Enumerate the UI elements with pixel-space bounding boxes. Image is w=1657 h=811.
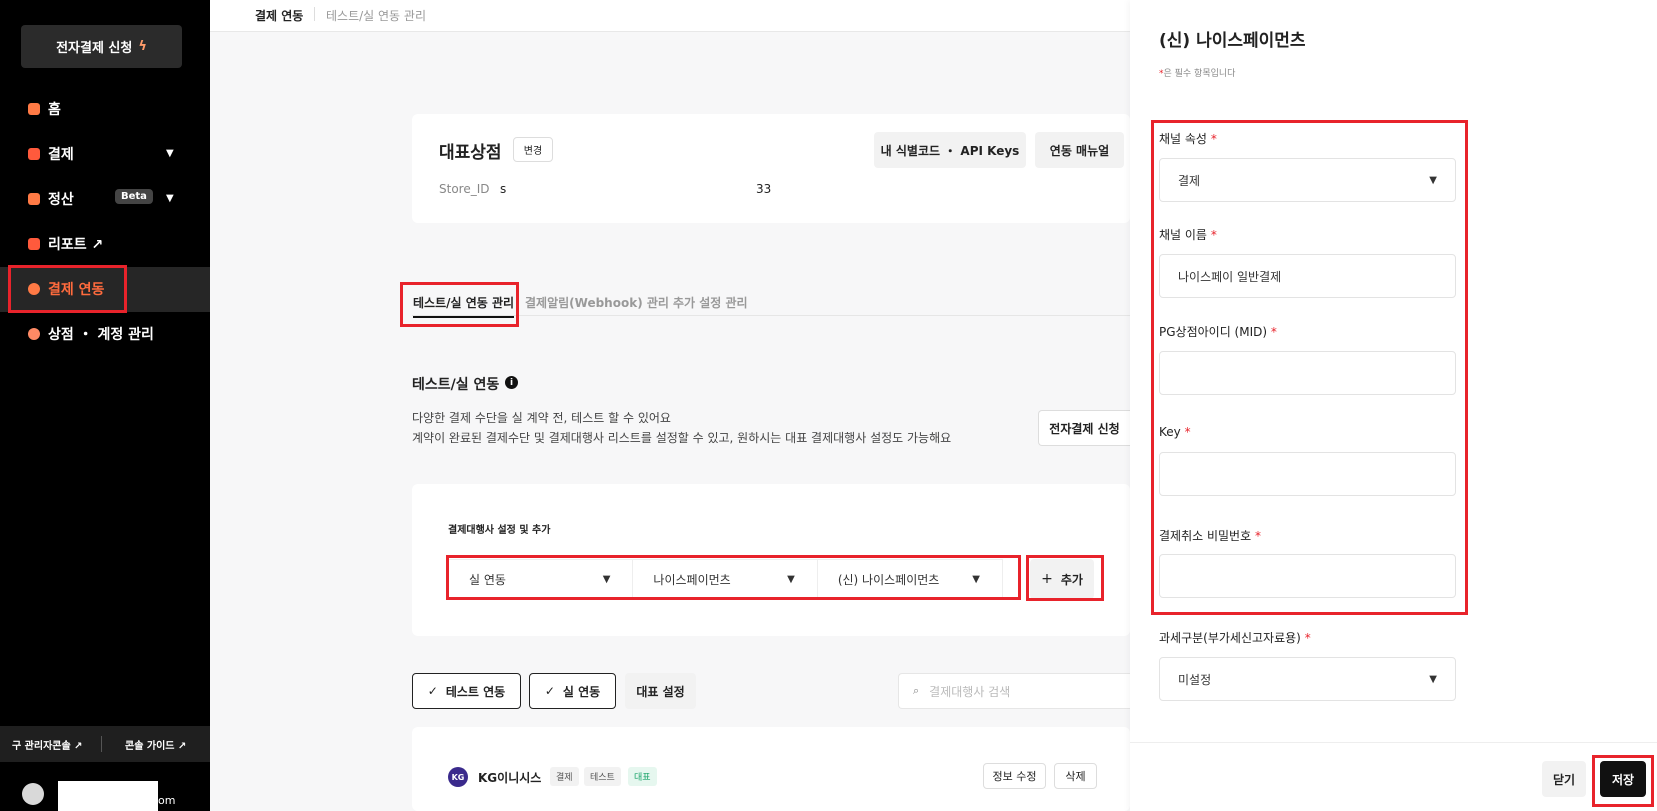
sidebar-item-label: 결제: [48, 147, 74, 163]
breadcrumb: 결제 연동 테스트/실 연동 관리: [210, 0, 1130, 32]
document-icon: [28, 193, 40, 205]
tab-webhook[interactable]: 결제알림(Webhook) 관리: [525, 294, 669, 311]
tag-payment: 결제: [550, 767, 579, 786]
pg-search-input[interactable]: ⌕ 결제대행사 검색: [898, 673, 1130, 709]
filter-test-toggle[interactable]: ✓ 테스트 연동: [412, 673, 521, 709]
sidebar-item-label: 상점 ・ 계정 관리: [48, 327, 154, 343]
home-icon: [28, 103, 40, 115]
sidebar-item-payment[interactable]: 결제: [28, 139, 178, 169]
apply-label: 전자결제 신청: [56, 41, 133, 56]
breadcrumb-current[interactable]: 결제 연동: [255, 7, 303, 24]
section-desc-1: 다양한 결제 수단을 실 계약 전, 테스트 할 수 있어요: [412, 411, 671, 425]
pg-row: KG KG이니시스 결제 테스트 대표 정보 수정 삭제: [412, 727, 1130, 811]
annotation-box: [1151, 120, 1468, 615]
edit-pg-button[interactable]: 정보 수정: [983, 763, 1046, 789]
api-keys-button[interactable]: 내 식별코드 ・ API Keys: [874, 132, 1026, 168]
close-button[interactable]: 닫기: [1542, 761, 1586, 797]
sidebar-item-home[interactable]: 홈: [28, 94, 61, 124]
pg-logo: KG: [448, 767, 468, 787]
filter-label: 실 연동: [562, 684, 601, 699]
chevron-down-icon[interactable]: ▼: [166, 148, 174, 159]
annotation-box: [1592, 755, 1654, 807]
tag-test: 테스트: [584, 767, 621, 786]
annotation-box: [446, 555, 1021, 600]
avatar[interactable]: [22, 783, 44, 805]
filter-label: 테스트 연동: [445, 684, 506, 699]
chevron-down-icon: ▼: [1429, 673, 1437, 685]
select-value: 미설정: [1178, 672, 1212, 687]
delete-pg-button[interactable]: 삭제: [1054, 763, 1097, 789]
redacted-user-info: [58, 781, 158, 811]
store-id-tail: 33: [756, 182, 772, 196]
sidebar-item-label: 홈: [48, 102, 61, 118]
required-note: *은 필수 항목입니다: [1159, 69, 1236, 79]
store-icon: [28, 328, 40, 340]
beta-badge: Beta: [115, 189, 153, 204]
user-email-suffix: om: [158, 794, 176, 807]
sidebar-item-settlement[interactable]: 정산: [28, 184, 74, 214]
change-store-button[interactable]: 변경: [513, 137, 553, 162]
section-desc-2: 계약이 완료된 결제수단 및 결제대행사 리스트를 설정할 수 있고, 원하시는…: [412, 431, 952, 445]
info-icon[interactable]: i: [505, 376, 518, 389]
sidebar-item-store-account[interactable]: 상점 ・ 계정 관리: [28, 319, 154, 349]
console-guide-link[interactable]: 콘솔 가이드 ↗: [125, 737, 186, 752]
drawer-footer-divider: [1130, 742, 1657, 743]
annotation-box: [8, 265, 127, 313]
store-title: 대표상점: [439, 143, 502, 163]
breadcrumb-sub[interactable]: 테스트/실 연동 관리: [326, 7, 426, 24]
divider: [101, 736, 102, 752]
apply-payment-button-2[interactable]: 전자결제 신청: [1038, 410, 1130, 446]
tab-additional-settings[interactable]: 추가 설정 관리: [673, 294, 748, 311]
layers-icon: [28, 148, 40, 160]
check-icon: ✓: [544, 684, 555, 698]
store-id-value: s: [500, 182, 507, 196]
divider: [314, 7, 315, 21]
section-title: 테스트/실 연동: [412, 377, 500, 393]
annotation-box: [400, 282, 519, 327]
search-placeholder: 결제대행사 검색: [929, 684, 1011, 699]
filter-live-toggle[interactable]: ✓ 실 연동: [529, 673, 616, 709]
check-icon: ✓: [427, 684, 438, 698]
tax-type-label: 과세구분(부가세신고자료용) *: [1159, 631, 1311, 645]
apply-payment-button[interactable]: 전자결제 신청 ϟ: [21, 25, 182, 68]
chart-icon: [28, 238, 40, 250]
search-icon: ⌕: [913, 684, 920, 697]
tab-divider: [412, 315, 1130, 316]
tax-type-select[interactable]: 미설정 ▼: [1159, 657, 1456, 701]
tag-default: 대표: [628, 767, 657, 786]
drawer-title: (신) 나이스페이먼츠: [1159, 31, 1306, 51]
chevron-down-icon[interactable]: ▼: [166, 193, 174, 204]
filter-default-button[interactable]: 대표 설정: [625, 673, 696, 709]
annotation-box: [1026, 555, 1104, 601]
sidebar-item-report[interactable]: 리포트 ↗: [28, 229, 103, 259]
store-card: 대표상점 변경 Store_ID s 33 내 식별코드 ・ API Keys …: [412, 114, 1130, 223]
sidebar-item-label: 리포트 ↗: [48, 237, 104, 253]
old-console-link[interactable]: 구 관리자콘솔 ↗: [12, 737, 83, 752]
sidebar-item-label: 정산: [48, 192, 74, 208]
integration-manual-button[interactable]: 연동 매뉴얼: [1035, 132, 1124, 168]
pg-setting-label: 결제대행사 설정 및 추가: [448, 525, 551, 536]
pg-name: KG이니시스: [478, 771, 542, 785]
store-id-label: Store_ID: [439, 182, 490, 196]
lightning-icon: ϟ: [138, 39, 147, 54]
sidebar-footer: 구 관리자콘솔 ↗ 콘솔 가이드 ↗: [0, 726, 210, 762]
